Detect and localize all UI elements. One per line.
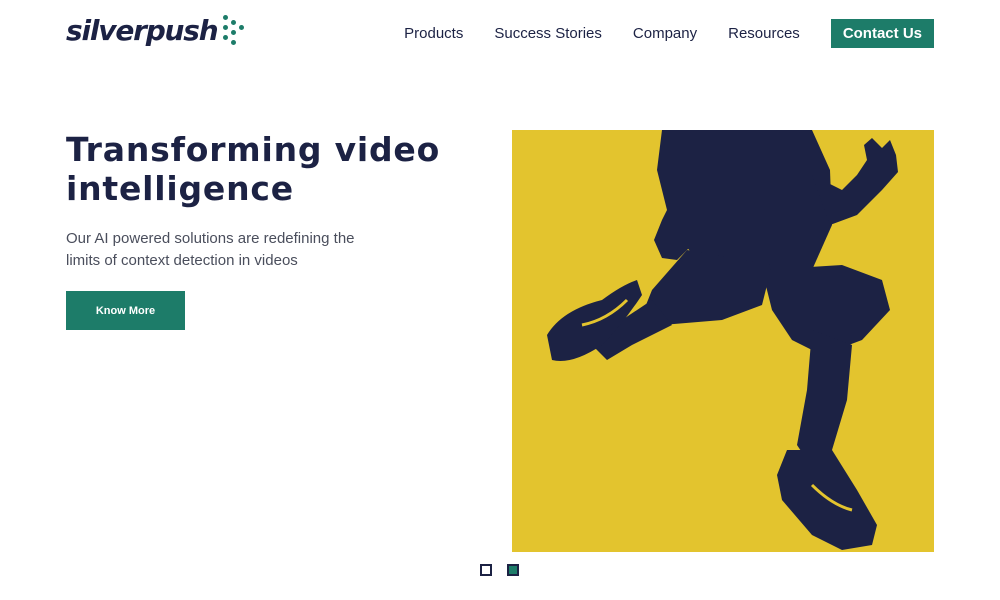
logo-dots-icon — [221, 13, 247, 45]
logo-wordmark: silverpush — [66, 13, 219, 47]
hero-title-line-1: Transforming video — [66, 130, 441, 169]
site-header: silverpush Products Success Stories Comp… — [0, 0, 1000, 65]
nav-item-company[interactable]: Company — [633, 25, 697, 42]
hero-title-line-2: intelligence — [66, 169, 294, 208]
nav-item-products[interactable]: Products — [404, 25, 463, 42]
know-more-button[interactable]: Know More — [66, 291, 185, 330]
main-nav: Products Success Stories Company Resourc… — [404, 19, 934, 48]
hero-title: Transforming video intelligence — [66, 130, 466, 208]
carousel-dot-2[interactable] — [507, 564, 519, 576]
nav-item-resources[interactable]: Resources — [728, 25, 800, 42]
jumping-person-icon — [547, 130, 898, 550]
hero-subtitle: Our AI powered solutions are redefining … — [66, 230, 355, 269]
hero-image — [512, 130, 934, 552]
contact-us-button[interactable]: Contact Us — [830, 19, 934, 48]
silverpush-logo[interactable]: silverpush — [66, 12, 247, 48]
carousel-dot-1[interactable] — [480, 564, 492, 576]
carousel-dots — [480, 564, 534, 576]
nav-item-success-stories[interactable]: Success Stories — [494, 25, 602, 42]
